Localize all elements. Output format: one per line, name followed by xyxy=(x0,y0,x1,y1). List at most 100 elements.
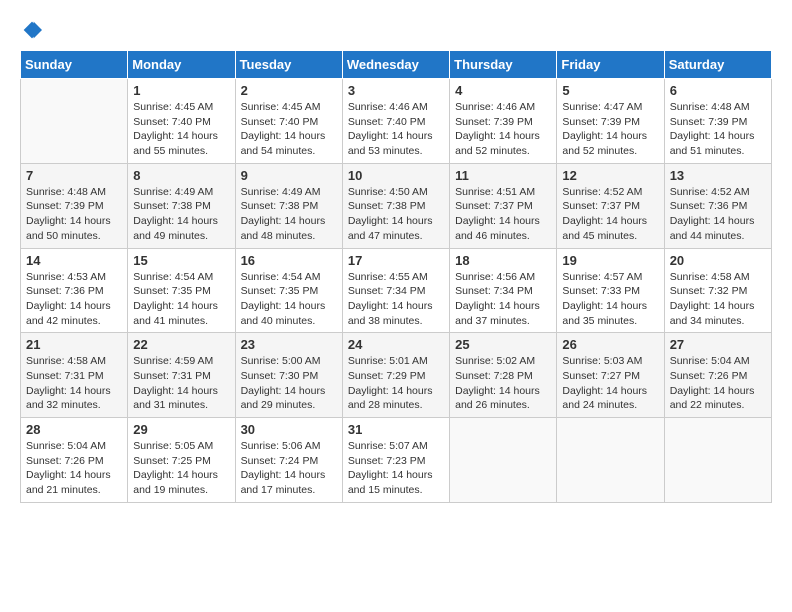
day-number: 14 xyxy=(26,253,122,268)
calendar-cell xyxy=(557,418,664,503)
calendar-cell: 12Sunrise: 4:52 AM Sunset: 7:37 PM Dayli… xyxy=(557,163,664,248)
weekday-header-thursday: Thursday xyxy=(450,51,557,79)
calendar-cell: 19 Sunrise: 4:57 AM Sunset: 7:33 PM Dayli… xyxy=(557,248,664,333)
day-info: Sunrise: 4:56 AM Sunset: 7:34 PM Dayligh… xyxy=(455,270,551,329)
day-number: 6 xyxy=(670,83,766,98)
weekday-header-wednesday: Wednesday xyxy=(342,51,449,79)
day-number: 4 xyxy=(455,83,551,98)
calendar-cell: 8Sunrise: 4:49 AM Sunset: 7:38 PM Daylig… xyxy=(128,163,235,248)
day-info: Sunrise: 4:51 AM Sunset: 7:37 PM Dayligh… xyxy=(455,185,551,244)
day-number: 5 xyxy=(562,83,658,98)
calendar-cell: 18 Sunrise: 4:56 AM Sunset: 7:34 PM Dayli… xyxy=(450,248,557,333)
calendar-cell: 4 Sunrise: 4:46 AM Sunset: 7:39 PM Daylig… xyxy=(450,79,557,164)
day-number: 9 xyxy=(241,168,337,183)
day-info: Sunrise: 5:00 AM Sunset: 7:30 PM Dayligh… xyxy=(241,354,337,413)
calendar-table: SundayMondayTuesdayWednesdayThursdayFrid… xyxy=(20,50,772,503)
calendar-week-row: 21 Sunrise: 4:58 AM Sunset: 7:31 PM Dayli… xyxy=(21,333,772,418)
day-number: 20 xyxy=(670,253,766,268)
day-number: 30 xyxy=(241,422,337,437)
calendar-cell: 24Sunrise: 5:01 AM Sunset: 7:29 PM Dayli… xyxy=(342,333,449,418)
calendar-week-row: 7Sunrise: 4:48 AM Sunset: 7:39 PM Daylig… xyxy=(21,163,772,248)
calendar-cell xyxy=(450,418,557,503)
day-number: 27 xyxy=(670,337,766,352)
calendar-cell: 15 Sunrise: 4:54 AM Sunset: 7:35 PM Dayli… xyxy=(128,248,235,333)
calendar-cell: 3 Sunrise: 4:46 AM Sunset: 7:40 PM Daylig… xyxy=(342,79,449,164)
page-header xyxy=(20,20,772,40)
day-number: 15 xyxy=(133,253,229,268)
day-info: Sunrise: 4:49 AM Sunset: 7:38 PM Dayligh… xyxy=(241,185,337,244)
day-number: 2 xyxy=(241,83,337,98)
calendar-cell xyxy=(21,79,128,164)
calendar-cell: 2 Sunrise: 4:45 AM Sunset: 7:40 PM Daylig… xyxy=(235,79,342,164)
day-number: 21 xyxy=(26,337,122,352)
day-info: Sunrise: 4:54 AM Sunset: 7:35 PM Dayligh… xyxy=(133,270,229,329)
calendar-cell: 23 Sunrise: 5:00 AM Sunset: 7:30 PM Dayli… xyxy=(235,333,342,418)
day-number: 18 xyxy=(455,253,551,268)
calendar-cell: 13 Sunrise: 4:52 AM Sunset: 7:36 PM Dayli… xyxy=(664,163,771,248)
day-info: Sunrise: 5:05 AM Sunset: 7:25 PM Dayligh… xyxy=(133,439,229,498)
day-info: Sunrise: 4:46 AM Sunset: 7:39 PM Dayligh… xyxy=(455,100,551,159)
day-number: 10 xyxy=(348,168,444,183)
logo xyxy=(20,20,42,40)
calendar-cell: 30 Sunrise: 5:06 AM Sunset: 7:24 PM Dayli… xyxy=(235,418,342,503)
day-info: Sunrise: 4:53 AM Sunset: 7:36 PM Dayligh… xyxy=(26,270,122,329)
calendar-week-row: 1 Sunrise: 4:45 AM Sunset: 7:40 PM Daylig… xyxy=(21,79,772,164)
day-number: 1 xyxy=(133,83,229,98)
calendar-cell: 27 Sunrise: 5:04 AM Sunset: 7:26 PM Dayli… xyxy=(664,333,771,418)
day-info: Sunrise: 5:02 AM Sunset: 7:28 PM Dayligh… xyxy=(455,354,551,413)
calendar-cell xyxy=(664,418,771,503)
day-info: Sunrise: 4:58 AM Sunset: 7:31 PM Dayligh… xyxy=(26,354,122,413)
day-info: Sunrise: 4:57 AM Sunset: 7:33 PM Dayligh… xyxy=(562,270,658,329)
calendar-cell: 22 Sunrise: 4:59 AM Sunset: 7:31 PM Dayli… xyxy=(128,333,235,418)
calendar-cell: 21 Sunrise: 4:58 AM Sunset: 7:31 PM Dayli… xyxy=(21,333,128,418)
calendar-cell: 5 Sunrise: 4:47 AM Sunset: 7:39 PM Daylig… xyxy=(557,79,664,164)
day-info: Sunrise: 4:52 AM Sunset: 7:36 PM Dayligh… xyxy=(670,185,766,244)
calendar-cell: 28Sunrise: 5:04 AM Sunset: 7:26 PM Dayli… xyxy=(21,418,128,503)
day-info: Sunrise: 4:46 AM Sunset: 7:40 PM Dayligh… xyxy=(348,100,444,159)
day-info: Sunrise: 5:04 AM Sunset: 7:26 PM Dayligh… xyxy=(670,354,766,413)
calendar-cell: 14 Sunrise: 4:53 AM Sunset: 7:36 PM Dayli… xyxy=(21,248,128,333)
day-info: Sunrise: 4:45 AM Sunset: 7:40 PM Dayligh… xyxy=(241,100,337,159)
calendar-cell: 16Sunrise: 4:54 AM Sunset: 7:35 PM Dayli… xyxy=(235,248,342,333)
calendar-week-row: 14 Sunrise: 4:53 AM Sunset: 7:36 PM Dayli… xyxy=(21,248,772,333)
day-info: Sunrise: 4:48 AM Sunset: 7:39 PM Dayligh… xyxy=(670,100,766,159)
calendar-cell: 26 Sunrise: 5:03 AM Sunset: 7:27 PM Dayli… xyxy=(557,333,664,418)
day-number: 7 xyxy=(26,168,122,183)
calendar-cell: 31 Sunrise: 5:07 AM Sunset: 7:23 PM Dayli… xyxy=(342,418,449,503)
day-number: 28 xyxy=(26,422,122,437)
day-info: Sunrise: 4:50 AM Sunset: 7:38 PM Dayligh… xyxy=(348,185,444,244)
day-number: 31 xyxy=(348,422,444,437)
day-number: 23 xyxy=(241,337,337,352)
calendar-cell: 7Sunrise: 4:48 AM Sunset: 7:39 PM Daylig… xyxy=(21,163,128,248)
weekday-header-tuesday: Tuesday xyxy=(235,51,342,79)
day-number: 22 xyxy=(133,337,229,352)
day-number: 3 xyxy=(348,83,444,98)
calendar-cell: 6 Sunrise: 4:48 AM Sunset: 7:39 PM Daylig… xyxy=(664,79,771,164)
day-number: 26 xyxy=(562,337,658,352)
weekday-header-monday: Monday xyxy=(128,51,235,79)
day-info: Sunrise: 5:03 AM Sunset: 7:27 PM Dayligh… xyxy=(562,354,658,413)
day-number: 11 xyxy=(455,168,551,183)
day-number: 17 xyxy=(348,253,444,268)
day-info: Sunrise: 4:59 AM Sunset: 7:31 PM Dayligh… xyxy=(133,354,229,413)
day-info: Sunrise: 4:58 AM Sunset: 7:32 PM Dayligh… xyxy=(670,270,766,329)
day-info: Sunrise: 4:54 AM Sunset: 7:35 PM Dayligh… xyxy=(241,270,337,329)
day-number: 19 xyxy=(562,253,658,268)
calendar-cell: 20 Sunrise: 4:58 AM Sunset: 7:32 PM Dayli… xyxy=(664,248,771,333)
day-number: 24 xyxy=(348,337,444,352)
day-number: 29 xyxy=(133,422,229,437)
day-info: Sunrise: 5:06 AM Sunset: 7:24 PM Dayligh… xyxy=(241,439,337,498)
day-info: Sunrise: 4:49 AM Sunset: 7:38 PM Dayligh… xyxy=(133,185,229,244)
calendar-cell: 10 Sunrise: 4:50 AM Sunset: 7:38 PM Dayli… xyxy=(342,163,449,248)
day-number: 13 xyxy=(670,168,766,183)
weekday-header-saturday: Saturday xyxy=(664,51,771,79)
calendar-cell: 1Sunrise: 4:45 AM Sunset: 7:40 PM Daylig… xyxy=(128,79,235,164)
weekday-header-friday: Friday xyxy=(557,51,664,79)
calendar-cell: 9 Sunrise: 4:49 AM Sunset: 7:38 PM Daylig… xyxy=(235,163,342,248)
day-info: Sunrise: 4:47 AM Sunset: 7:39 PM Dayligh… xyxy=(562,100,658,159)
calendar-cell: 17Sunrise: 4:55 AM Sunset: 7:34 PM Dayli… xyxy=(342,248,449,333)
weekday-header-sunday: Sunday xyxy=(21,51,128,79)
day-info: Sunrise: 5:07 AM Sunset: 7:23 PM Dayligh… xyxy=(348,439,444,498)
calendar-week-row: 28Sunrise: 5:04 AM Sunset: 7:26 PM Dayli… xyxy=(21,418,772,503)
calendar-cell: 29 Sunrise: 5:05 AM Sunset: 7:25 PM Dayli… xyxy=(128,418,235,503)
